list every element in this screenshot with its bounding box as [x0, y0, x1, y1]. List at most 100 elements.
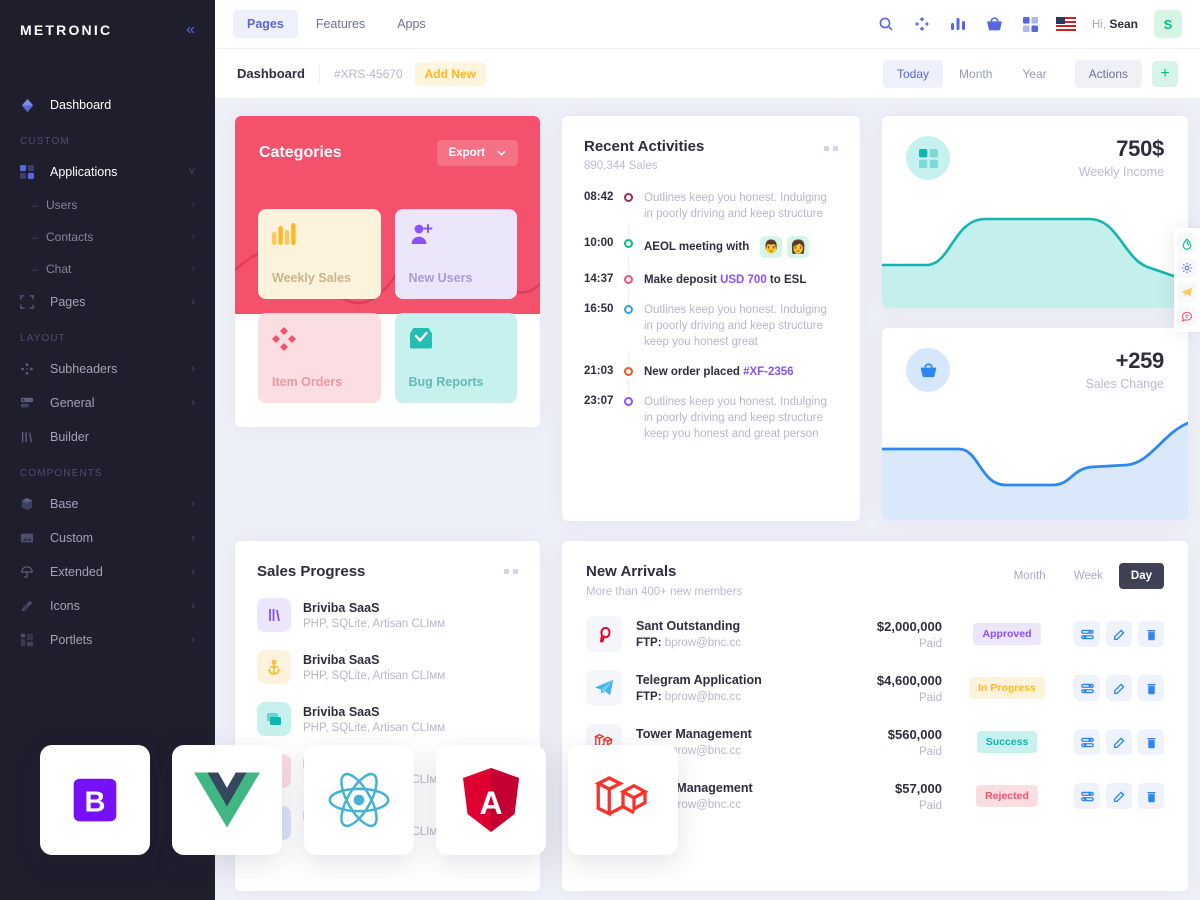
sidebar-item-label: Extended	[50, 565, 103, 579]
bar-chart-icon[interactable]	[948, 14, 968, 34]
gear-icon[interactable]	[1177, 258, 1197, 278]
sidebar-item-chat[interactable]: – Chat ›	[0, 253, 215, 285]
list-item[interactable]: Briviba SaaS PHP, SQLite, Artisan CLIмм	[257, 702, 518, 736]
row-amount: $560,000 Paid	[822, 727, 942, 758]
plus-icon[interactable]: +	[1152, 60, 1178, 87]
laravel-logo[interactable]	[568, 745, 678, 855]
sidebar-item-custom[interactable]: Custom ›	[0, 521, 215, 555]
list-item[interactable]: Briviba SaaS PHP, SQLite, Artisan CLIмм	[257, 598, 518, 632]
range-month-button[interactable]: Month	[945, 60, 1006, 88]
activity-link[interactable]: USD 700	[720, 274, 767, 286]
row-status-wrap: Rejected	[942, 785, 1072, 807]
chat-icon[interactable]	[1177, 306, 1197, 326]
sidebar-item-users[interactable]: – Users ›	[0, 189, 215, 221]
export-button[interactable]: Export	[436, 140, 518, 166]
svg-text:A: A	[479, 785, 502, 821]
reference-id: #XRS-45670	[333, 66, 403, 81]
sidebar-item-label: Pages	[50, 295, 86, 309]
activity-item[interactable]: 21:03 New order placed #XF-2356	[584, 364, 838, 380]
sidebar-item-general[interactable]: General ›	[0, 386, 215, 420]
pinterest-icon	[586, 616, 622, 652]
tab-apps[interactable]: Apps	[383, 10, 440, 38]
delete-icon[interactable]	[1138, 729, 1164, 755]
row-actions	[1074, 675, 1164, 701]
settings-icon[interactable]	[1074, 675, 1100, 701]
tile-bug-reports[interactable]: Bug Reports	[394, 313, 517, 403]
sidebar-item-pages[interactable]: Pages ›	[0, 285, 215, 319]
recent-activities-title: Recent Activities	[584, 138, 705, 155]
add-new-button[interactable]: Add New	[414, 61, 486, 86]
chevron-down-icon: ˅	[188, 166, 195, 178]
settings-icon[interactable]	[1074, 621, 1100, 647]
paper-plane-icon[interactable]	[1177, 282, 1197, 302]
sidebar-item-icons[interactable]: Icons ›	[0, 589, 215, 623]
edit-icon[interactable]	[1106, 675, 1132, 701]
activity-item[interactable]: 08:42 Outlines keep you honest. Indulgin…	[584, 190, 838, 222]
angular-logo[interactable]: A	[436, 745, 546, 855]
activity-item[interactable]: 14:37 Make deposit USD 700 to ESL	[584, 272, 838, 288]
edit-icon[interactable]	[1106, 729, 1132, 755]
delete-icon[interactable]	[1138, 783, 1164, 809]
vue-logo[interactable]	[172, 745, 282, 855]
tab-features[interactable]: Features	[302, 10, 379, 38]
activity-item[interactable]: 16:50 Outlines keep you honest. Indulgin…	[584, 302, 838, 350]
sidebar-item-contacts[interactable]: – Contacts ›	[0, 221, 215, 253]
tab-week[interactable]: Week	[1062, 563, 1115, 589]
basket-icon[interactable]	[984, 14, 1004, 34]
delete-icon[interactable]	[1138, 621, 1164, 647]
sidebar-item-base[interactable]: Base ›	[0, 487, 215, 521]
activity-item[interactable]: 10:00 AEOL meeting with 👨 👩	[584, 236, 838, 258]
top-actions: Hi, Sean S	[876, 10, 1182, 38]
flag-us-icon[interactable]	[1056, 14, 1077, 34]
dots-icon[interactable]	[504, 569, 518, 574]
sidebar-item-extended[interactable]: Extended ›	[0, 555, 215, 589]
chevron-right-icon: ›	[191, 199, 195, 211]
settings-icon[interactable]	[1074, 783, 1100, 809]
list-item[interactable]: Briviba SaaS PHP, SQLite, Artisan CLIмм	[257, 650, 518, 684]
grid-icon	[20, 163, 42, 181]
row-ftp-label: FTP:	[636, 691, 662, 703]
dots-icon[interactable]	[824, 146, 838, 151]
search-icon[interactable]	[876, 14, 896, 34]
row-info: Sant Outstanding FTP: bprow@bnc.cc	[622, 619, 822, 649]
list-item-desc: PHP, SQLite, Artisan CLIмм	[303, 669, 446, 682]
react-logo[interactable]	[304, 745, 414, 855]
stats-column: 750$ Weekly Income +259 Sales Change	[882, 116, 1188, 520]
sidebar-nav: Dashboard CUSTOM Applications ˅ – Users …	[0, 60, 215, 657]
sidebar-item-subheaders[interactable]: Subheaders ›	[0, 352, 215, 386]
new-arrivals-subtitle: More than 400+ new members	[586, 586, 743, 598]
table-row[interactable]: Sant Outstanding FTP: bprow@bnc.cc $2,00…	[586, 616, 1164, 652]
tab-day[interactable]: Day	[1118, 563, 1164, 589]
activity-link[interactable]: #XF-2356	[743, 366, 794, 378]
tab-pages[interactable]: Pages	[233, 10, 298, 38]
activity-text-label: New order placed	[644, 366, 744, 378]
top-navbar: Pages Features Apps Hi, Sean S	[215, 0, 1200, 48]
tab-month[interactable]: Month	[1002, 563, 1058, 589]
table-row[interactable]: Telegram Application FTP: bprow@bnc.cc $…	[586, 670, 1164, 706]
actions-button[interactable]: Actions	[1074, 59, 1142, 88]
activity-item[interactable]: 23:07 Outlines keep you honest. Indulgin…	[584, 394, 838, 442]
chevron-double-left-icon[interactable]: «	[186, 22, 195, 38]
tile-new-users[interactable]: New Users	[394, 209, 517, 299]
tile-item-orders[interactable]: Item Orders	[258, 313, 381, 403]
edit-icon[interactable]	[1106, 783, 1132, 809]
edit-icon[interactable]	[1106, 621, 1132, 647]
basket-icon	[906, 348, 950, 392]
range-year-button[interactable]: Year	[1008, 60, 1060, 88]
sidebar-item-applications[interactable]: Applications ˅	[0, 155, 215, 189]
avatar[interactable]: S	[1154, 10, 1182, 38]
shuffle-icon[interactable]	[912, 14, 932, 34]
bootstrap-logo[interactable]: B	[40, 745, 150, 855]
page-title: Dashboard	[237, 66, 305, 81]
chevron-right-icon: ›	[191, 296, 195, 308]
sidebar-item-dashboard[interactable]: Dashboard	[0, 88, 215, 122]
delete-icon[interactable]	[1138, 675, 1164, 701]
settings-icon[interactable]	[1074, 729, 1100, 755]
sidebar-item-builder[interactable]: Builder	[0, 420, 215, 454]
sidebar-item-portlets[interactable]: Portlets ›	[0, 623, 215, 657]
activity-time: 10:00	[584, 237, 614, 249]
grid-icon[interactable]	[1020, 14, 1040, 34]
droplet-icon[interactable]	[1177, 234, 1197, 254]
range-today-button[interactable]: Today	[883, 59, 944, 88]
tile-weekly-sales[interactable]: Weekly Sales	[258, 209, 381, 299]
